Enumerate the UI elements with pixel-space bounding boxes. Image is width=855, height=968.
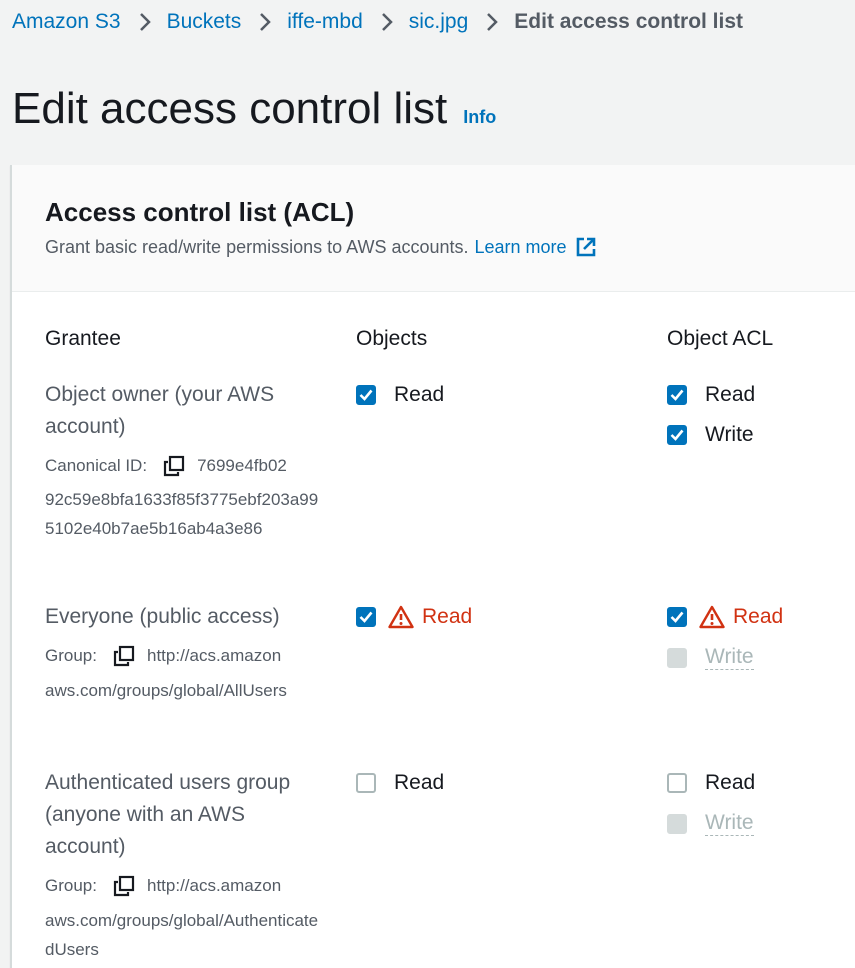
checkbox-label: Read [705,771,756,794]
warning-icon [699,605,725,629]
panel-description: Grant basic read/write permissions to AW… [45,236,597,258]
breadcrumb-object[interactable]: sic.jpg [409,10,469,34]
grantee-id-line: Group: http://acs.amazon [45,645,281,667]
grantee-id-label: Group: [45,646,97,665]
warning-icon [388,605,414,629]
copy-icon[interactable] [163,455,185,477]
everyone-acl-write-checkbox[interactable]: Write [667,645,754,670]
grantee-id-start: http://acs.amazon [146,646,282,665]
checkbox-label: Write [705,645,754,670]
page-title: Edit access control list [12,84,448,133]
panel-title: Access control list (ACL) [45,197,355,227]
grantee-id-label: Group: [45,876,97,895]
breadcrumb-bucket[interactable]: iffe-mbd [287,10,362,34]
checkbox-label: Read [422,605,473,628]
grantee-id-start: 7699e4fb02 [197,456,287,475]
copy-icon[interactable] [113,645,135,667]
external-link-icon [575,236,597,258]
grantee-id-start: http://acs.amazon [146,876,282,895]
info-link[interactable]: Info [463,107,496,128]
checkbox-disabled-icon [667,813,687,834]
chevron-right-icon [381,12,393,32]
checkbox-checked-icon [667,385,687,405]
page-title-row: Edit access control list Info [12,84,496,134]
chevron-right-icon [259,12,272,32]
grantee-id-continued: 92c59e8bfa1633f85f3775ebf203a995102e40b7… [45,490,319,538]
grantee-id-line: Canonical ID: 7699e4fb02 [45,455,287,477]
breadcrumb-current: Edit access control list [514,10,744,33]
breadcrumb-buckets[interactable]: Buckets [167,10,242,34]
everyone-acl-read-checkbox[interactable]: Read [667,605,783,629]
breadcrumb: Amazon S3 Buckets iffe-mbd sic.jpg Edit … [12,8,743,36]
grantee-id-continued: aws.com/groups/global/AllUsers [45,681,287,700]
column-header-grantee: Grantee [45,327,121,350]
copy-icon[interactable] [113,875,135,897]
owner-acl-read-checkbox[interactable]: Read [667,383,755,407]
authenticated-acl-read-checkbox[interactable]: Read [667,771,755,795]
checkbox-label: Read [394,383,445,406]
chevron-right-icon [486,12,499,32]
checkbox-label: Read [394,771,445,794]
grantee-name-everyone: Everyone (public access) [45,605,280,628]
checkbox-label: Read [733,605,784,628]
owner-acl-write-checkbox[interactable]: Write [667,423,754,447]
grantee-name-owner: Object owner (your AWS account) [45,383,275,438]
checkbox-unchecked-icon [667,773,687,793]
checkbox-checked-icon [667,425,687,445]
grantee-id-continued: aws.com/groups/global/AuthenticatedUsers [45,911,319,959]
panel-description-text: Grant basic read/write permissions to AW… [45,236,469,257]
authenticated-objects-read-checkbox[interactable]: Read [356,771,444,795]
authenticated-acl-write-checkbox[interactable]: Write [667,811,754,836]
column-header-object-acl: Object ACL [667,327,774,350]
checkbox-unchecked-icon [356,773,376,793]
checkbox-label: Write [705,811,754,836]
checkbox-label: Read [705,383,756,406]
panel-header: Access control list (ACL) Grant basic re… [12,165,855,292]
everyone-objects-read-checkbox[interactable]: Read [356,605,472,629]
owner-objects-read-checkbox[interactable]: Read [356,383,444,407]
checkbox-checked-icon [356,385,376,405]
checkbox-checked-icon [667,607,687,627]
grantee-id-line: Group: http://acs.amazon [45,875,281,897]
chevron-right-icon [139,12,151,32]
acl-panel: Access control list (ACL) Grant basic re… [10,165,855,968]
column-header-objects: Objects [356,327,428,350]
checkbox-disabled-icon [667,647,687,668]
learn-more-label: Learn more [474,236,567,257]
grantee-id-label: Canonical ID: [45,456,148,475]
checkbox-checked-icon [356,607,376,627]
checkbox-label: Write [705,423,754,446]
learn-more-link[interactable]: Learn more [475,236,597,258]
breadcrumb-amazon-s3[interactable]: Amazon S3 [12,10,121,34]
grantee-name-authenticated: Authenticated users group (anyone with a… [45,771,291,858]
